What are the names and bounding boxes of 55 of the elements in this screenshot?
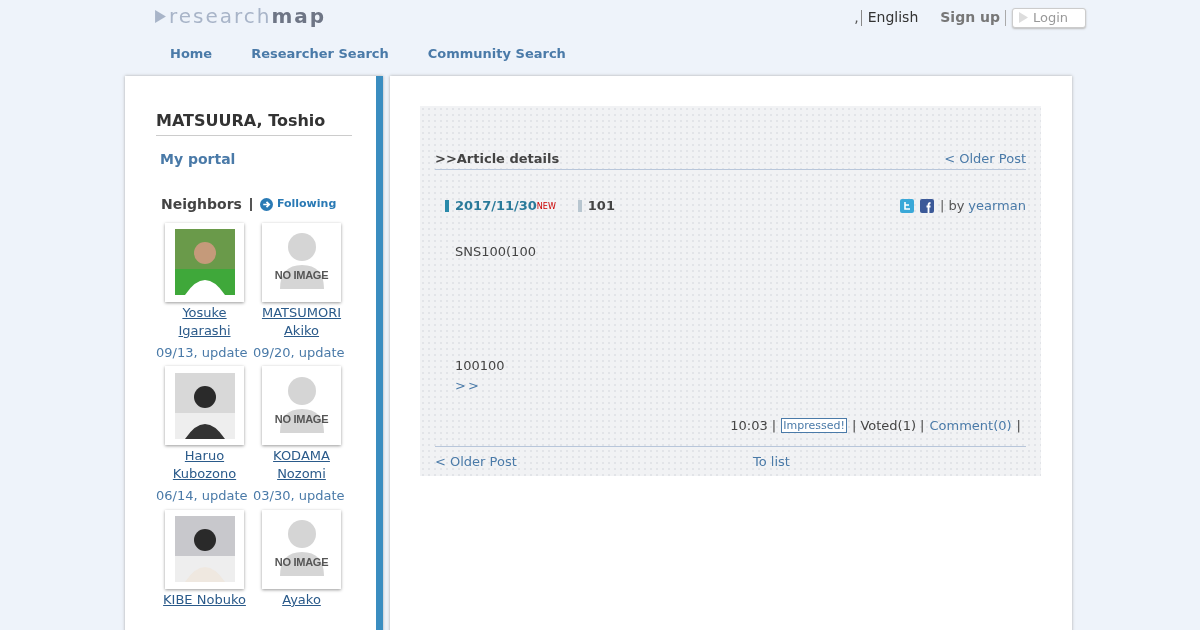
avatar-frame[interactable] <box>165 509 244 589</box>
to-list-link[interactable]: To list <box>753 451 790 471</box>
neighbor-name-link[interactable]: KIBE Nobuko <box>163 590 246 609</box>
update-date: 09/20, update <box>253 344 345 360</box>
author-link[interactable]: yearman <box>968 196 1026 216</box>
neighbor-name-link[interactable]: MATSUMORI <box>261 303 342 322</box>
no-image-label: NO IMAGE <box>273 268 330 283</box>
separator-text: , <box>854 8 860 27</box>
byline-text: | by <box>939 197 965 215</box>
avatar-frame[interactable] <box>165 366 244 445</box>
neighbor-name-link[interactable]: Igarashi <box>178 321 231 340</box>
signup-link[interactable]: Sign up <box>940 7 1000 28</box>
older-post-link[interactable]: < Older Post <box>435 451 753 471</box>
following-link[interactable]: Following <box>276 195 337 213</box>
avatar-frame[interactable]: NO IMAGE <box>262 509 341 589</box>
post-date: 2017/11/30 <box>455 197 537 215</box>
post-title: 101 <box>587 197 615 215</box>
neighbor-name-link[interactable]: Ayako <box>282 590 321 609</box>
vote-count: | Voted(1) | <box>851 417 925 435</box>
neighbor-name-link[interactable]: Akiko <box>283 321 320 340</box>
section-heading: >>Article details <box>435 149 560 168</box>
impressed-button[interactable]: Impressed! <box>781 418 847 434</box>
neighbor-name-link[interactable]: Nozomi <box>277 465 326 483</box>
no-image-label: NO IMAGE <box>273 411 330 427</box>
section-title: Neighbors <box>161 194 242 214</box>
profile-name: MATSUURA, Toshio <box>156 108 352 136</box>
avatar-frame[interactable]: NO IMAGE <box>262 222 341 302</box>
no-image-label: NO IMAGE <box>273 555 330 570</box>
login-button[interactable]: Login <box>1012 7 1086 28</box>
comment-link[interactable]: Comment(0) <box>929 416 1012 436</box>
older-post-link[interactable]: < Older Post <box>944 148 1026 168</box>
facebook-icon[interactable] <box>919 198 934 213</box>
neighbor-name-link[interactable]: KODAMA <box>273 447 330 465</box>
avatar-frame[interactable]: NO IMAGE <box>262 366 341 445</box>
neighbor-name-link[interactable]: Kubozono <box>172 465 237 483</box>
my-portal-link[interactable]: My portal <box>160 148 376 170</box>
nav-link[interactable]: Researcher Search <box>251 44 389 64</box>
update-date: 03/30, update <box>253 488 345 503</box>
neighbor-name-link[interactable]: Haruo <box>184 447 225 465</box>
nav-link[interactable]: Home <box>170 44 213 64</box>
update-date: 06/14, update <box>156 488 248 503</box>
body-text: SNS100(100 <box>455 242 537 261</box>
play-icon <box>155 9 166 23</box>
post-time: 10:03 | <box>730 417 777 435</box>
update-date: 09/13, update <box>156 344 248 360</box>
new-label: NEW <box>536 200 556 211</box>
logo[interactable]: research map <box>169 6 327 26</box>
language-link[interactable]: English <box>861 7 919 28</box>
arrow-circle-icon <box>259 197 273 211</box>
read-more-link[interactable]: >> <box>455 375 1026 395</box>
nav-link[interactable]: Community Search <box>427 44 566 64</box>
separator-text: | <box>1016 417 1021 435</box>
play-icon <box>1019 12 1028 23</box>
body-text: 100100 <box>455 357 506 375</box>
neighbor-name-link[interactable]: Yosuke <box>182 303 227 322</box>
